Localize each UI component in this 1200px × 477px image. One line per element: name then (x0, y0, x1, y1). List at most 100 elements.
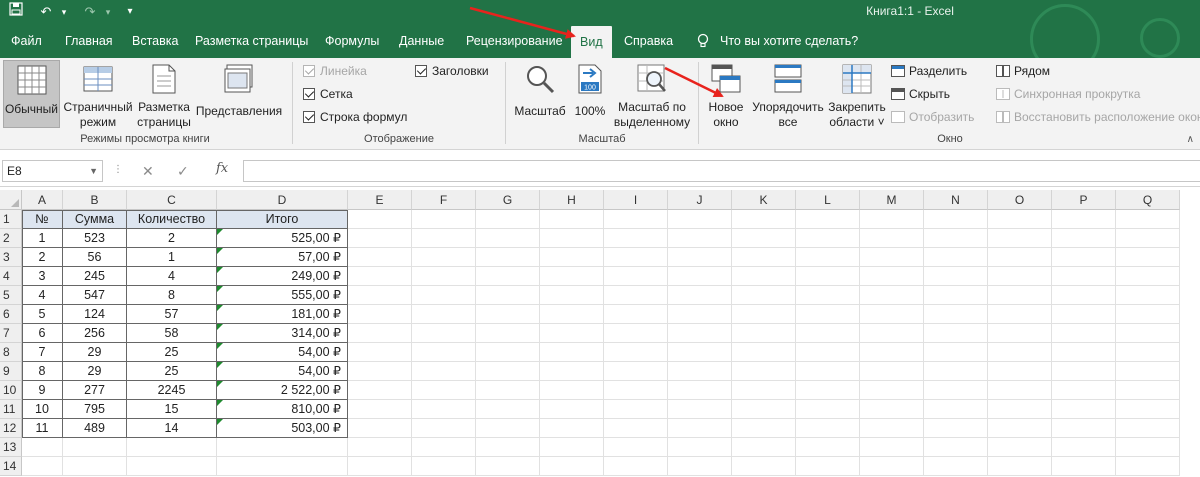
table-cell[interactable]: 256 (63, 324, 127, 343)
empty-cell[interactable] (796, 457, 860, 476)
column-header[interactable]: O (988, 190, 1052, 210)
empty-cell[interactable] (860, 248, 924, 267)
table-cell[interactable]: 57,00 ₽ (217, 248, 348, 267)
empty-cell[interactable] (540, 210, 604, 229)
empty-cell[interactable] (668, 438, 732, 457)
empty-cell[interactable] (412, 267, 476, 286)
table-cell[interactable]: 181,00 ₽ (217, 305, 348, 324)
empty-cell[interactable] (540, 248, 604, 267)
normal-view-button[interactable]: Обычный (3, 60, 60, 128)
row-header[interactable]: 9 (0, 362, 22, 381)
empty-cell[interactable] (796, 362, 860, 381)
table-cell[interactable]: 10 (22, 400, 63, 419)
empty-cell[interactable] (860, 343, 924, 362)
row-header[interactable]: 8 (0, 343, 22, 362)
empty-cell[interactable] (540, 362, 604, 381)
empty-cell[interactable] (348, 324, 412, 343)
empty-cell[interactable] (476, 267, 540, 286)
tab-help[interactable]: Справка (624, 24, 673, 58)
empty-cell[interactable] (127, 438, 217, 457)
formula-bar-checkbox[interactable]: Строка формул (303, 108, 407, 126)
empty-cell[interactable] (1116, 286, 1180, 305)
empty-cell[interactable] (924, 419, 988, 438)
arrange-all-button[interactable]: Упорядочить все (750, 64, 826, 129)
zoom-100-button[interactable]: 100 100% (572, 64, 608, 128)
empty-cell[interactable] (540, 457, 604, 476)
hide-button[interactable]: Скрыть (891, 85, 950, 103)
empty-cell[interactable] (412, 438, 476, 457)
table-cell[interactable]: 8 (22, 362, 63, 381)
table-cell[interactable]: 1 (127, 248, 217, 267)
empty-cell[interactable] (860, 305, 924, 324)
table-cell[interactable]: 547 (63, 286, 127, 305)
table-cell[interactable]: 14 (127, 419, 217, 438)
column-header[interactable]: E (348, 190, 412, 210)
column-header[interactable]: L (796, 190, 860, 210)
empty-cell[interactable] (1116, 229, 1180, 248)
table-cell[interactable]: 795 (63, 400, 127, 419)
empty-cell[interactable] (1052, 305, 1116, 324)
empty-cell[interactable] (412, 457, 476, 476)
tab-data[interactable]: Данные (399, 24, 444, 58)
empty-cell[interactable] (1116, 324, 1180, 343)
empty-cell[interactable] (924, 305, 988, 324)
tab-insert[interactable]: Вставка (132, 24, 178, 58)
empty-cell[interactable] (796, 400, 860, 419)
table-cell[interactable]: 3 (22, 267, 63, 286)
empty-cell[interactable] (22, 457, 63, 476)
empty-cell[interactable] (540, 229, 604, 248)
empty-cell[interactable] (1116, 343, 1180, 362)
empty-cell[interactable] (924, 248, 988, 267)
split-button[interactable]: Разделить (891, 62, 967, 80)
table-header-cell[interactable]: Количество (127, 210, 217, 229)
new-window-button[interactable]: Новое окно (704, 64, 748, 129)
empty-cell[interactable] (732, 419, 796, 438)
select-all-button[interactable] (0, 190, 22, 210)
column-header[interactable]: B (63, 190, 127, 210)
empty-cell[interactable] (604, 305, 668, 324)
unhide-button[interactable]: Отобразить (891, 108, 974, 126)
empty-cell[interactable] (860, 324, 924, 343)
insert-function-icon[interactable]: fx (216, 161, 228, 176)
empty-cell[interactable] (348, 229, 412, 248)
empty-cell[interactable] (924, 438, 988, 457)
empty-cell[interactable] (476, 324, 540, 343)
empty-cell[interactable] (988, 324, 1052, 343)
name-box[interactable]: E8 ▼ (2, 160, 103, 182)
empty-cell[interactable] (796, 438, 860, 457)
empty-cell[interactable] (988, 362, 1052, 381)
empty-cell[interactable] (1116, 210, 1180, 229)
column-header[interactable]: F (412, 190, 476, 210)
table-cell[interactable]: 9 (22, 381, 63, 400)
empty-cell[interactable] (1116, 438, 1180, 457)
empty-cell[interactable] (860, 438, 924, 457)
empty-cell[interactable] (348, 381, 412, 400)
column-header[interactable]: A (22, 190, 63, 210)
empty-cell[interactable] (668, 400, 732, 419)
empty-cell[interactable] (924, 343, 988, 362)
empty-cell[interactable] (668, 267, 732, 286)
empty-cell[interactable] (924, 400, 988, 419)
column-header[interactable]: I (604, 190, 668, 210)
ruler-checkbox[interactable]: Линейка (303, 62, 367, 80)
table-cell[interactable]: 54,00 ₽ (217, 343, 348, 362)
empty-cell[interactable] (540, 267, 604, 286)
empty-cell[interactable] (1052, 343, 1116, 362)
empty-cell[interactable] (796, 267, 860, 286)
tab-view[interactable]: Вид (571, 26, 612, 58)
empty-cell[interactable] (1116, 457, 1180, 476)
freeze-panes-button[interactable]: Закрепить области ˅ (826, 64, 888, 129)
table-cell[interactable]: 56 (63, 248, 127, 267)
empty-cell[interactable] (1052, 267, 1116, 286)
empty-cell[interactable] (732, 400, 796, 419)
table-cell[interactable]: 4 (22, 286, 63, 305)
empty-cell[interactable] (796, 419, 860, 438)
empty-cell[interactable] (988, 305, 1052, 324)
row-header[interactable]: 14 (0, 457, 22, 476)
worksheet-grid[interactable]: A B C D E F G H I J K L M N O P Q 1 № Сумма Количество Итого 2… (0, 190, 1200, 477)
table-cell[interactable]: 2 (127, 229, 217, 248)
empty-cell[interactable] (796, 229, 860, 248)
empty-cell[interactable] (1116, 381, 1180, 400)
empty-cell[interactable] (732, 286, 796, 305)
column-header[interactable]: C (127, 190, 217, 210)
